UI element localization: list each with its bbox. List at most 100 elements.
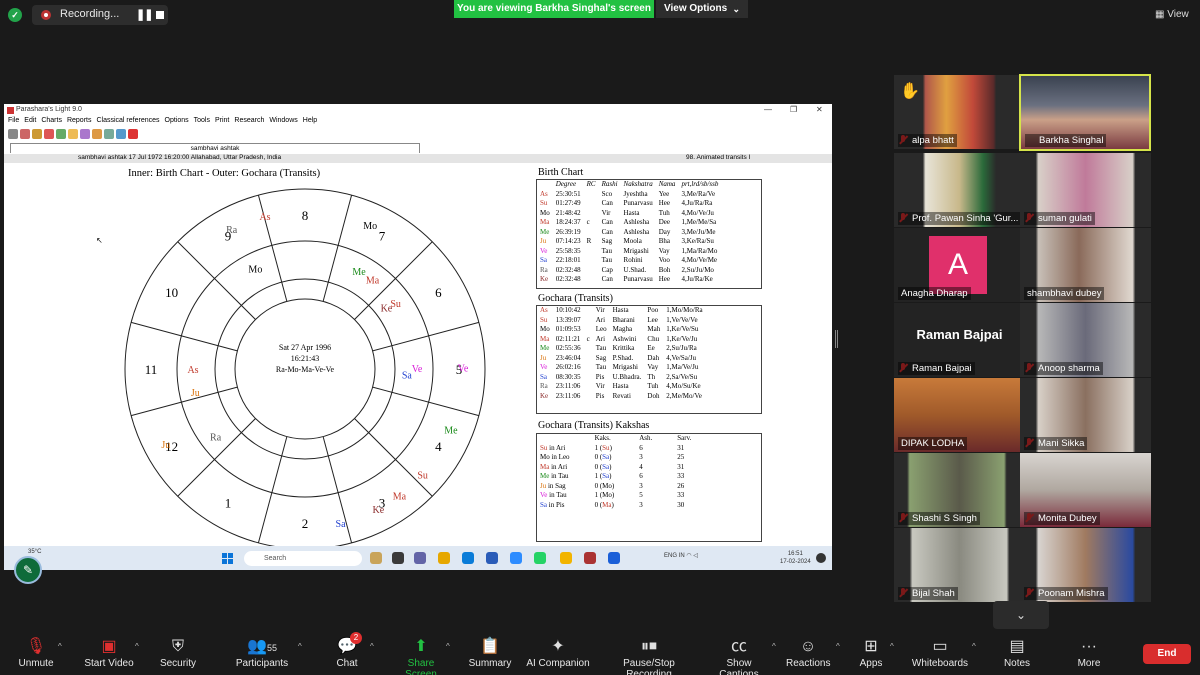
system-tray[interactable]: ENG IN ◠ ◁ <box>664 552 698 559</box>
menu-item-tools[interactable]: Tools <box>194 117 210 124</box>
menu-item-reports[interactable]: Reports <box>67 117 92 124</box>
security-button[interactable]: ⛨ Security <box>156 636 200 669</box>
chevron-up-icon[interactable]: ^ <box>298 642 302 651</box>
annotate-pen-icon[interactable]: ✎ <box>14 556 42 584</box>
table-cell: 2,Sa/Ve/Su <box>666 372 698 381</box>
apps-button[interactable]: ⊞ Apps <box>856 636 886 669</box>
taskbar-clock[interactable]: 16:51 17-02-2024 <box>780 550 811 566</box>
participant-tile[interactable]: ✋ alpa bhatt <box>894 75 1025 149</box>
whatsapp-icon[interactable] <box>534 552 546 564</box>
menu-item-edit[interactable]: Edit <box>24 117 36 124</box>
unmute-button[interactable]: 🎙 Unmute <box>14 636 58 669</box>
store-icon[interactable] <box>486 552 498 564</box>
view-button[interactable]: ▦ View <box>1155 9 1189 20</box>
column-header: Nakshatra <box>623 180 653 188</box>
chevron-up-icon[interactable]: ^ <box>890 642 894 651</box>
chrome-icon[interactable] <box>560 552 572 564</box>
participant-tile[interactable]: Raman Bajpai Raman Bajpai <box>894 303 1025 377</box>
chevron-up-icon[interactable]: ^ <box>370 642 374 651</box>
tool-icon[interactable] <box>116 129 126 139</box>
pause-recording-button[interactable]: ⏸⏹ Pause/Stop Recording <box>600 636 698 675</box>
chevron-up-icon[interactable]: ^ <box>446 642 450 651</box>
zoom-icon[interactable] <box>510 552 522 564</box>
notes-button[interactable]: ▤ Notes <box>1002 636 1032 669</box>
tool-icon[interactable] <box>44 129 54 139</box>
participant-tile[interactable]: Mani Sikka <box>1020 378 1151 452</box>
tool-icon[interactable] <box>20 129 30 139</box>
chevron-up-icon[interactable]: ^ <box>135 642 139 651</box>
participants-button[interactable]: 👥55 Participants <box>232 636 292 669</box>
chart-tab[interactable]: sambhavi ashtak <box>10 143 420 153</box>
participant-tile-active-speaker[interactable]: Barkha Singhal <box>1019 74 1151 151</box>
participant-name: Anoop sharma <box>1024 362 1103 375</box>
transit-planet: Ke <box>373 505 385 516</box>
menu-item-options[interactable]: Options <box>165 117 189 124</box>
whiteboards-button[interactable]: ▭ Whiteboards <box>910 636 970 669</box>
chevron-up-icon[interactable]: ^ <box>972 642 976 651</box>
notification-icon[interactable] <box>816 553 826 563</box>
tool-icon[interactable] <box>68 129 78 139</box>
participant-tile[interactable]: Prof. Pawan Sinha 'Gur... <box>894 153 1025 227</box>
scroll-down-button[interactable]: ⌄ <box>993 601 1049 629</box>
split-view-handle[interactable] <box>835 330 838 348</box>
taskbar-app-icon[interactable] <box>370 552 382 564</box>
windows-start-icon[interactable] <box>222 553 233 564</box>
participant-tile[interactable]: suman gulati <box>1020 153 1151 227</box>
close-icon[interactable]: ✕ <box>816 104 823 116</box>
tool-icon[interactable] <box>104 129 114 139</box>
taskbar-app-icon[interactable] <box>608 552 620 564</box>
start-video-button[interactable]: ▣ Start Video <box>80 636 138 669</box>
menu-item-classical-references[interactable]: Classical references <box>96 117 159 124</box>
menu-item-windows[interactable]: Windows <box>269 117 297 124</box>
more-button[interactable]: ··· More <box>1074 636 1104 669</box>
table-cell: Can <box>601 199 613 207</box>
security-shield-icon[interactable]: ✓ <box>8 8 22 22</box>
planet-abbr: Mo <box>540 453 550 461</box>
view-options-button[interactable]: View Options ⌄ <box>656 0 748 18</box>
teams-icon[interactable] <box>414 552 426 564</box>
chevron-up-icon[interactable]: ^ <box>836 642 840 651</box>
table-cell: 23:11:06 <box>555 391 581 400</box>
menu-item-help[interactable]: Help <box>303 117 317 124</box>
restore-icon[interactable]: ❐ <box>790 104 797 116</box>
birth-details: sambhavi ashtak 17 Jul 1972 16:20:00 All… <box>78 154 282 161</box>
tool-icon[interactable] <box>92 129 102 139</box>
chevron-up-icon[interactable]: ^ <box>772 642 776 651</box>
taskbar-search[interactable]: Search <box>244 551 362 566</box>
tool-icon[interactable] <box>128 129 138 139</box>
share-screen-button[interactable]: ⬆ Share Screen <box>392 636 450 675</box>
tool-icon[interactable] <box>8 129 18 139</box>
stop-recording-icon[interactable] <box>156 11 164 19</box>
participant-tile[interactable]: Bijal Shah <box>894 528 1025 602</box>
minimize-icon[interactable]: — <box>764 104 772 116</box>
chevron-up-icon[interactable]: ^ <box>58 642 62 651</box>
taskbar-app-icon[interactable] <box>392 552 404 564</box>
show-captions-button[interactable]: ㏄ Show Captions <box>706 636 772 675</box>
participant-tile[interactable]: Poonam Mishra <box>1020 528 1151 602</box>
sarva-value: 31 <box>677 443 685 452</box>
participant-tile[interactable]: Anoop sharma <box>1020 303 1151 377</box>
planet-abbr: Mo <box>602 481 612 490</box>
summary-button[interactable]: 📋 Summary <box>468 636 512 669</box>
menu-item-file[interactable]: File <box>8 117 19 124</box>
menu-item-charts[interactable]: Charts <box>41 117 62 124</box>
file-explorer-icon[interactable] <box>438 552 450 564</box>
participant-tile[interactable]: A Anagha Dharap <box>894 228 1025 302</box>
ai-companion-button[interactable]: ✦ AI Companion <box>526 636 590 669</box>
tool-icon[interactable] <box>56 129 66 139</box>
menu-item-print[interactable]: Print <box>215 117 229 124</box>
end-meeting-button[interactable]: End <box>1143 644 1191 664</box>
parashara-icon[interactable] <box>584 552 596 564</box>
participants-icon: 👥55 <box>247 638 277 655</box>
pause-recording-icon[interactable]: ❚❚ <box>136 8 153 21</box>
menu-item-research[interactable]: Research <box>234 117 264 124</box>
weather-widget[interactable]: 35°C <box>28 549 41 555</box>
participant-tile[interactable]: Shashi S Singh <box>894 453 1025 527</box>
edge-icon[interactable] <box>462 552 474 564</box>
tool-icon[interactable] <box>32 129 42 139</box>
participant-tile[interactable]: shambhavi dubey <box>1020 228 1151 302</box>
participant-tile[interactable]: DIPAK LODHA <box>894 378 1025 452</box>
reactions-button[interactable]: ☺ Reactions <box>786 636 830 669</box>
tool-icon[interactable] <box>80 129 90 139</box>
participant-tile[interactable]: Monita Dubey <box>1020 453 1151 527</box>
